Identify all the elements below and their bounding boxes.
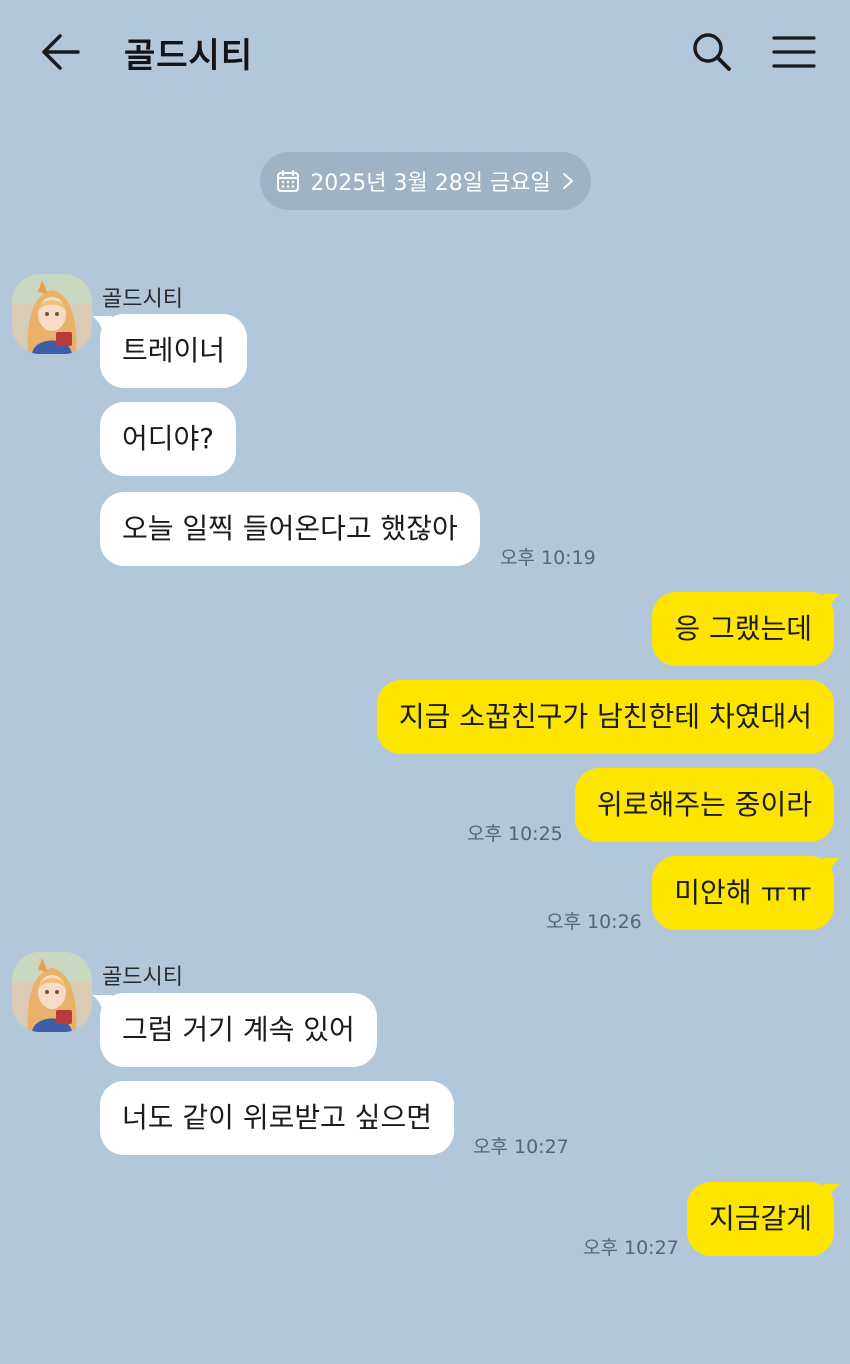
- incoming-message[interactable]: 트레이너: [100, 314, 248, 388]
- message-timestamp: 오후 10:26: [546, 911, 642, 933]
- message-timestamp: 오후 10:25: [467, 823, 563, 845]
- incoming-message[interactable]: 어디야?: [100, 402, 237, 476]
- chat-title: 골드시티: [124, 36, 254, 76]
- incoming-message[interactable]: 그럼 거기 계속 있어: [100, 993, 377, 1067]
- sender-avatar[interactable]: [12, 274, 92, 354]
- date-divider-button[interactable]: 2025년 3월 28일 금요일: [260, 152, 591, 210]
- message-timestamp: 오후 10:27: [473, 1136, 569, 1158]
- incoming-message[interactable]: 오늘 일찍 들어온다고 했잖아: [100, 492, 480, 566]
- message-timestamp: 오후 10:27: [583, 1237, 679, 1259]
- back-arrow-icon: [42, 34, 80, 70]
- sender-name: 골드시티: [102, 287, 183, 312]
- message-timestamp: 오후 10:19: [500, 547, 596, 569]
- sender-name: 골드시티: [102, 965, 183, 990]
- chat-header: 골드시티: [0, 0, 850, 104]
- chat-screen: 골드시티 2025년 3월 28일 금요일 골드시티 트레이너 어디야? 오늘 …: [0, 0, 850, 1364]
- calendar-icon: [277, 170, 300, 192]
- outgoing-message[interactable]: 응 그랬는데: [652, 592, 834, 666]
- hamburger-menu-icon: [772, 36, 816, 68]
- outgoing-message[interactable]: 미안해 ㅠㅠ: [652, 856, 834, 930]
- outgoing-message[interactable]: 위로해주는 중이라: [575, 768, 834, 842]
- menu-button[interactable]: [768, 30, 820, 74]
- incoming-message[interactable]: 너도 같이 위로받고 싶으면: [100, 1081, 455, 1155]
- outgoing-message[interactable]: 지금 소꿉친구가 남친한테 차였대서: [376, 680, 834, 754]
- avatar-image: [12, 952, 92, 1032]
- sender-avatar[interactable]: [12, 952, 92, 1032]
- outgoing-message[interactable]: 지금갈게: [686, 1182, 834, 1256]
- avatar-image: [12, 274, 92, 354]
- back-button[interactable]: [36, 30, 84, 74]
- chevron-right-icon: [562, 173, 573, 189]
- search-button[interactable]: [688, 28, 736, 76]
- search-icon: [693, 33, 731, 71]
- date-label: 2025년 3월 28일 금요일: [310, 171, 551, 196]
